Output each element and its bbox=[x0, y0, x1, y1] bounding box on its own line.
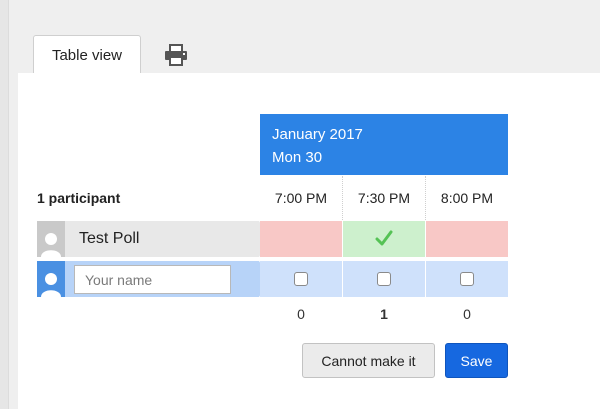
participant-name-box: Test Poll bbox=[65, 221, 271, 257]
printer-icon bbox=[165, 44, 187, 66]
column-divider bbox=[342, 176, 343, 220]
vote-checkbox-cell[interactable] bbox=[426, 261, 508, 297]
your-name-input[interactable] bbox=[74, 265, 231, 294]
participant-name: Test Poll bbox=[79, 230, 140, 247]
date-day: Mon 30 bbox=[272, 149, 323, 166]
vote-count: 0 bbox=[463, 306, 471, 322]
save-button[interactable]: Save bbox=[445, 343, 508, 378]
vote-checkbox-cell[interactable] bbox=[260, 261, 342, 297]
new-participant-avatar bbox=[37, 261, 65, 297]
date-header: January 2017 Mon 30 bbox=[260, 114, 508, 175]
window-left-edge bbox=[0, 0, 9, 409]
vote-count: 1 bbox=[380, 306, 388, 322]
vote-checkbox[interactable] bbox=[294, 272, 308, 286]
vote-checkbox[interactable] bbox=[377, 272, 391, 286]
vote-checkbox-cell[interactable] bbox=[343, 261, 425, 297]
participant-count: 1 participant bbox=[37, 190, 121, 206]
vote-cell-no bbox=[260, 221, 342, 257]
vote-cell-yes bbox=[343, 221, 425, 257]
vote-cell-no bbox=[426, 221, 508, 257]
tab-table-view-label: Table view bbox=[51, 46, 123, 64]
cannot-make-it-button[interactable]: Cannot make it bbox=[302, 343, 435, 378]
checkmark-icon bbox=[375, 230, 393, 246]
user-icon bbox=[41, 233, 61, 257]
tab-table-view[interactable]: Table view bbox=[33, 35, 141, 74]
time-slot-1: 7:00 PM bbox=[274, 190, 328, 206]
vote-count: 0 bbox=[297, 306, 305, 322]
column-divider bbox=[425, 176, 426, 220]
participant-row: Test Poll bbox=[37, 221, 271, 257]
vote-checkbox[interactable] bbox=[460, 272, 474, 286]
time-slot-3: 8:00 PM bbox=[440, 190, 494, 206]
print-button[interactable] bbox=[160, 40, 192, 70]
time-slot-2: 7:30 PM bbox=[357, 190, 411, 206]
date-month-year: January 2017 bbox=[272, 126, 363, 143]
participant-avatar bbox=[37, 221, 65, 257]
user-icon bbox=[41, 273, 61, 297]
